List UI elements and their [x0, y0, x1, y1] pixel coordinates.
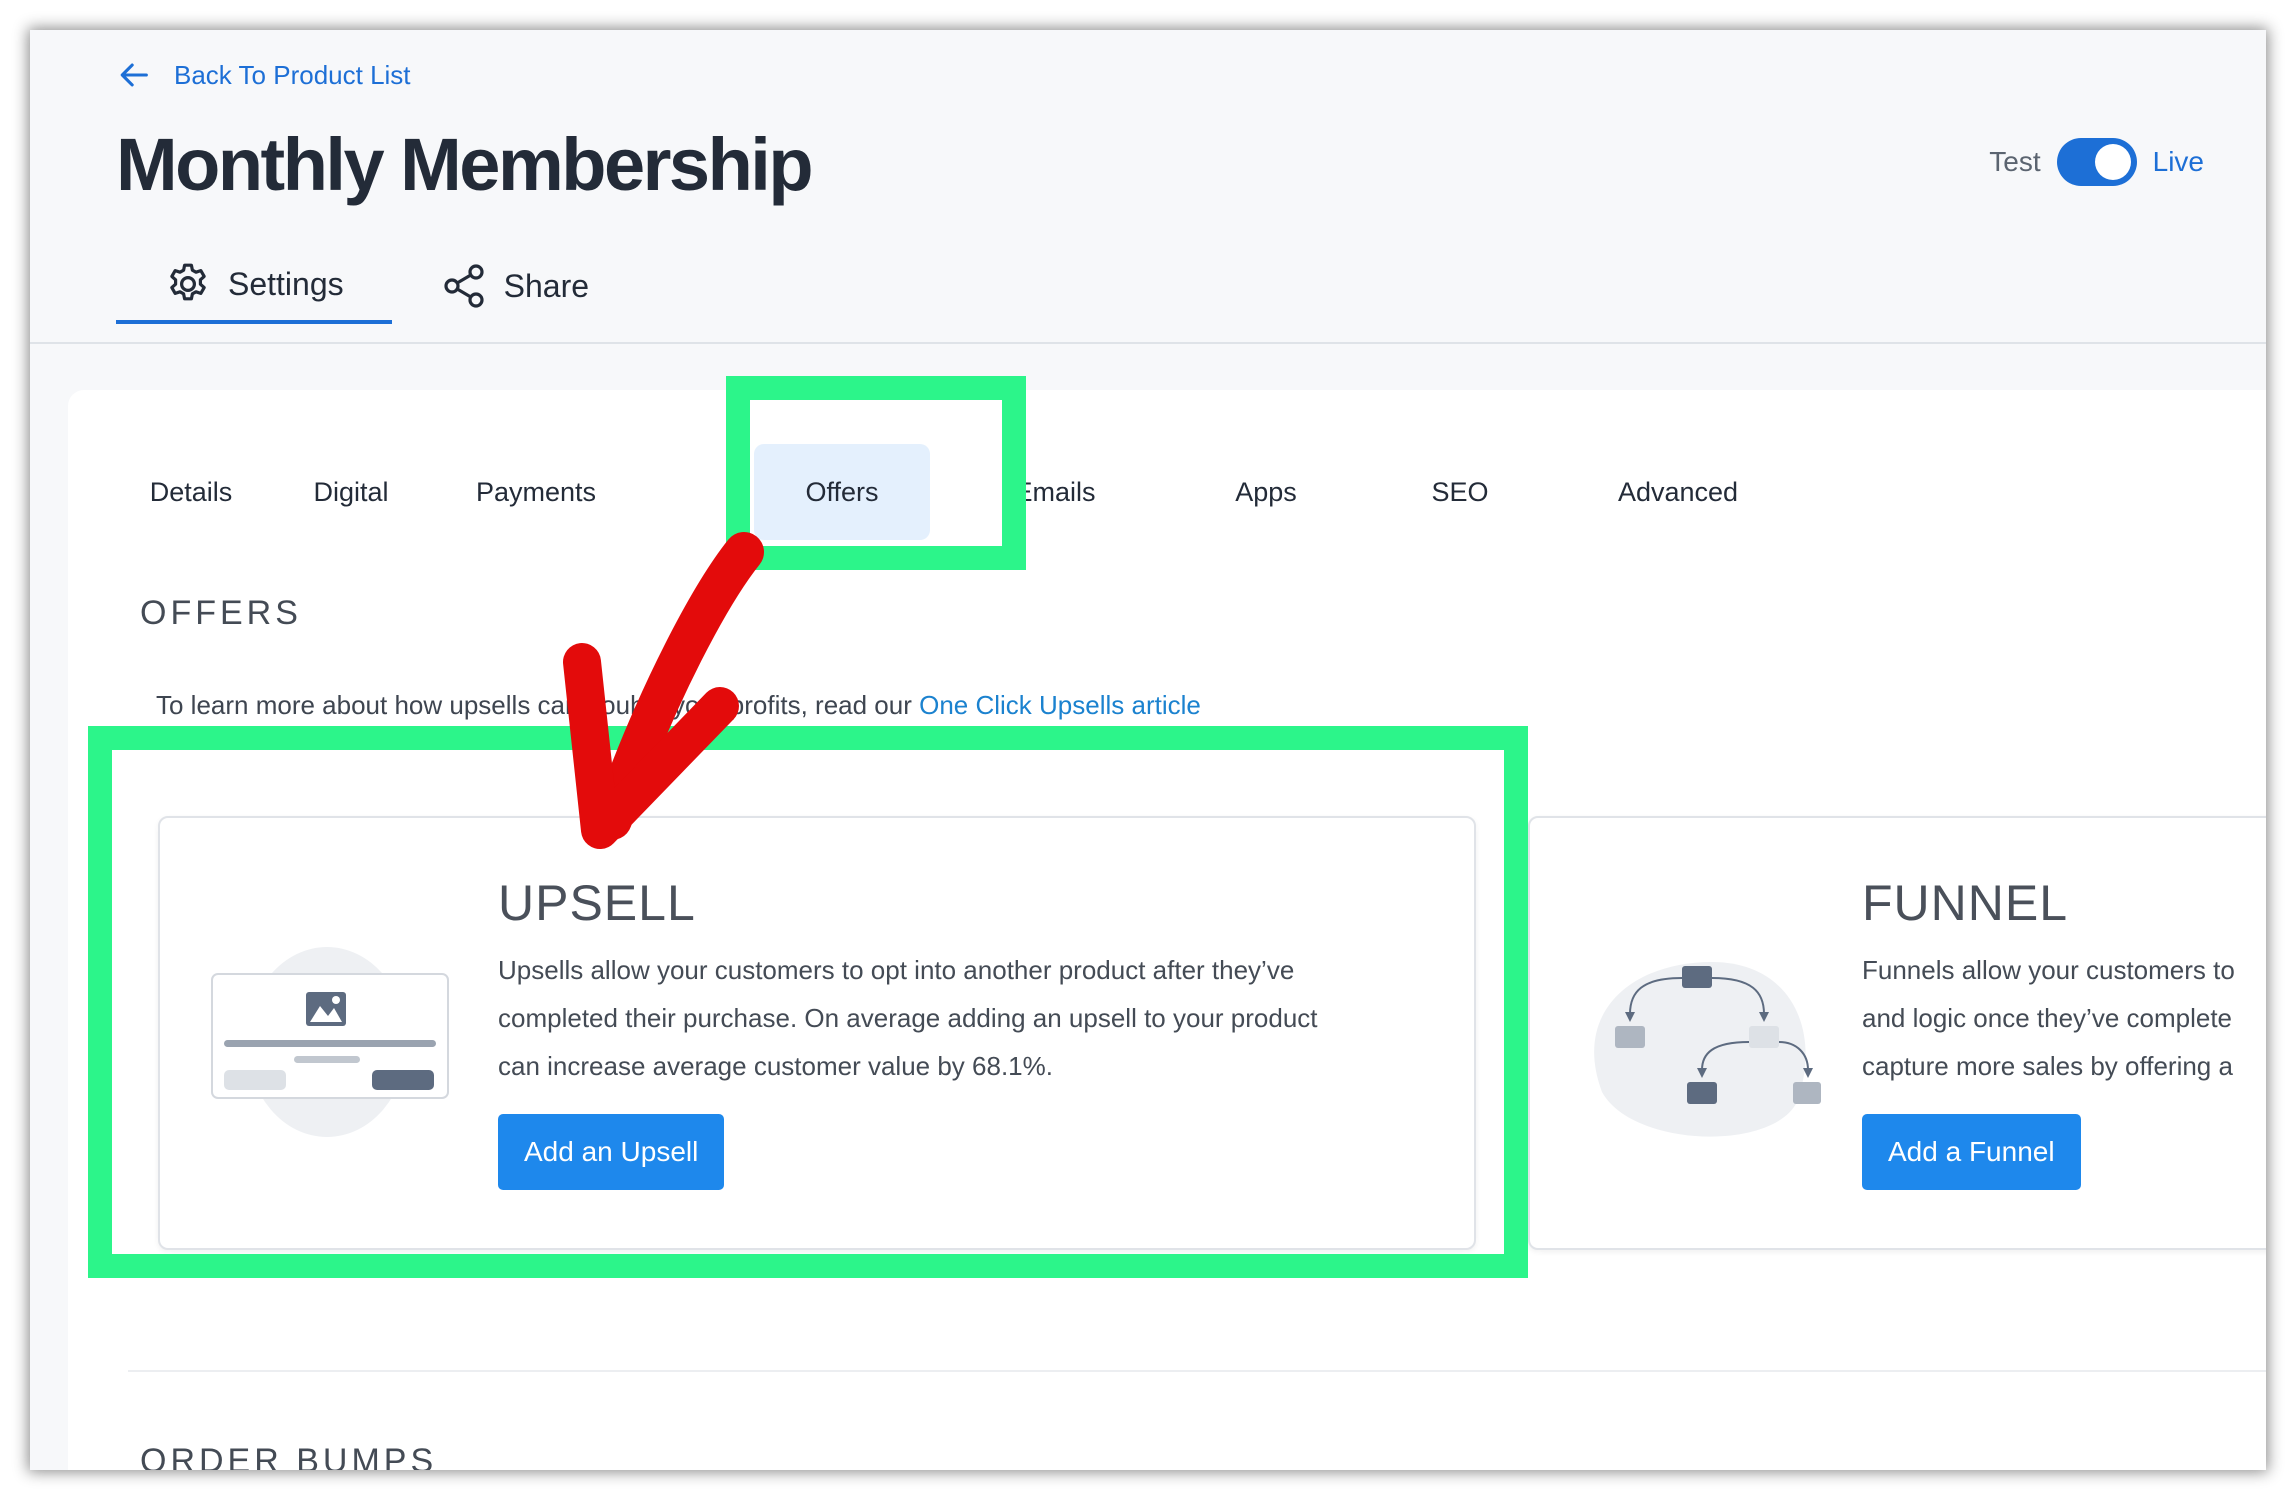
header-divider	[30, 342, 2266, 344]
back-link-label: Back To Product List	[174, 59, 411, 90]
upsell-desc-line: Upsells allow your customers to opt into…	[498, 955, 1295, 985]
share-icon	[444, 264, 484, 308]
tab-settings-label: Settings	[228, 265, 344, 302]
back-to-product-list-link[interactable]: Back To Product List	[118, 50, 411, 100]
arrow-left-icon	[120, 63, 148, 87]
sub-tab-payments[interactable]: Payments	[466, 444, 606, 540]
order-bumps-heading: ORDER BUMPS	[140, 1442, 438, 1470]
upsell-title: UPSELL	[498, 875, 696, 931]
offers-heading: OFFERS	[140, 594, 302, 632]
tab-share[interactable]: Share	[392, 248, 637, 324]
upsell-desc-line: can increase average customer value by 6…	[498, 1051, 1053, 1081]
sub-tab-seo[interactable]: SEO	[1410, 444, 1510, 540]
gear-icon	[170, 263, 206, 301]
funnel-title: FUNNEL	[1862, 875, 2069, 931]
page-title: Monthly Membership	[116, 123, 814, 206]
section-divider	[128, 1370, 2266, 1372]
funnel-card-body: FUNNEL Funnels allow your customers to a…	[1862, 874, 2235, 1190]
funnel-desc-line: and logic once they’ve complete	[1862, 1003, 2233, 1033]
funnel-illustration-icon	[1594, 962, 1821, 1137]
funnel-card: FUNNEL Funnels allow your customers to a…	[1528, 816, 2266, 1250]
upsell-card: UPSELL Upsells allow your customers to o…	[158, 816, 1476, 1250]
tab-settings[interactable]: Settings	[116, 248, 392, 324]
upsell-card-body: UPSELL Upsells allow your customers to o…	[498, 874, 1318, 1190]
upsell-desc-line: completed their purchase. On average add…	[498, 1003, 1318, 1033]
sub-tab-digital[interactable]: Digital	[296, 444, 406, 540]
sub-tab-details[interactable]: Details	[136, 444, 246, 540]
upsell-description: Upsells allow your customers to opt into…	[498, 946, 1318, 1090]
add-funnel-button[interactable]: Add a Funnel	[1862, 1114, 2081, 1190]
funnel-desc-line: Funnels allow your customers to	[1862, 955, 2235, 985]
app-window: Back To Product List Monthly Membership …	[30, 30, 2266, 1470]
sub-tab-apps[interactable]: Apps	[1216, 444, 1316, 540]
add-upsell-button[interactable]: Add an Upsell	[498, 1114, 725, 1190]
sub-tab-emails[interactable]: Emails	[1000, 444, 1110, 540]
test-live-toggle-switch[interactable]	[2056, 138, 2137, 186]
tab-share-label: Share	[503, 267, 590, 304]
offers-intro: To learn more about how upsells can doub…	[156, 690, 1201, 721]
content-panel: Details Digital Payments Offers Emails A…	[68, 390, 2266, 1470]
funnel-desc-line: capture more sales by offering a	[1862, 1051, 2233, 1081]
sub-tab-advanced[interactable]: Advanced	[1598, 444, 1758, 540]
upsell-illustration-icon	[211, 947, 449, 1137]
mode-test-label: Test	[1989, 146, 2041, 177]
sub-tab-offers[interactable]: Offers	[754, 444, 930, 540]
one-click-upsells-link[interactable]: One Click Upsells article	[919, 690, 1201, 720]
top-tabs: Settings Share	[116, 248, 637, 324]
mode-toggle: Test Live	[1989, 138, 2204, 186]
mode-live-label: Live	[2152, 146, 2204, 177]
offers-intro-text: To learn more about how upsells can doub…	[156, 690, 920, 720]
funnel-description: Funnels allow your customers to and logi…	[1862, 946, 2235, 1090]
